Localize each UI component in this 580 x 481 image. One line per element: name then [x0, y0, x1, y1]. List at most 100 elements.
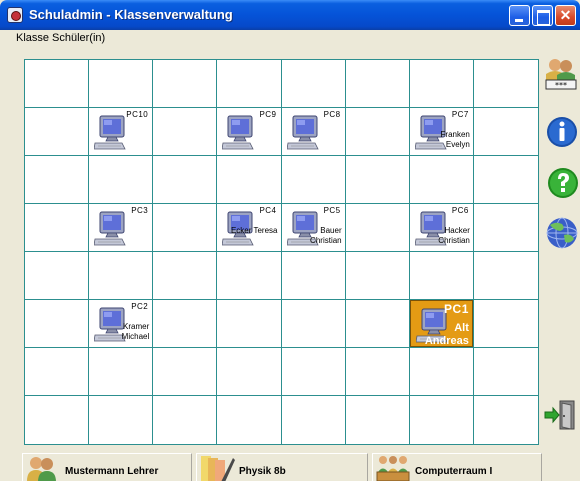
- grid-cell[interactable]: [281, 300, 346, 348]
- grid-cell[interactable]: [345, 252, 410, 300]
- menu-klasse[interactable]: Klasse: [16, 32, 49, 44]
- grid-cell[interactable]: [473, 156, 538, 204]
- pc-user-name: Kramer Michael: [122, 322, 150, 342]
- grid-cell[interactable]: PC1 Alt Andreas: [409, 300, 474, 348]
- grid-cell[interactable]: [409, 156, 474, 204]
- grid-cell[interactable]: [409, 252, 474, 300]
- pc-user-line: Franken: [440, 130, 470, 139]
- grid-cell[interactable]: [345, 204, 410, 252]
- grid-cell[interactable]: [217, 396, 282, 444]
- pc-user-name: Ecker Teresa: [231, 226, 278, 236]
- grid-cell[interactable]: [25, 396, 90, 444]
- grid-cell[interactable]: [25, 108, 90, 156]
- grid-cell[interactable]: [153, 60, 218, 108]
- grid-cell[interactable]: [89, 348, 154, 396]
- grid-cell[interactable]: PC6 Hacker Christian: [409, 204, 474, 252]
- grid-cell[interactable]: [345, 348, 410, 396]
- pc-station-pc3[interactable]: PC3: [89, 204, 152, 251]
- grid-cell[interactable]: [153, 156, 218, 204]
- grid-cell[interactable]: [153, 348, 218, 396]
- grid-cell[interactable]: PC10: [89, 108, 154, 156]
- grid-cell[interactable]: [281, 60, 346, 108]
- grid-cell[interactable]: [473, 60, 538, 108]
- grid-cell[interactable]: [473, 348, 538, 396]
- grid-cell[interactable]: [153, 300, 218, 348]
- users-password-icon[interactable]: ***: [542, 56, 578, 92]
- grid-cell[interactable]: [281, 252, 346, 300]
- teacher-panel[interactable]: Mustermann Lehrer: [22, 453, 192, 481]
- pc-station-pc9[interactable]: PC9: [217, 108, 280, 155]
- pc-station-pc8[interactable]: PC8: [282, 108, 345, 155]
- grid-cell[interactable]: [25, 300, 90, 348]
- close-button[interactable]: ✕: [555, 5, 576, 26]
- help-icon[interactable]: [545, 165, 580, 201]
- grid-cell[interactable]: [473, 108, 538, 156]
- grid-cell[interactable]: [89, 156, 154, 204]
- pc-station-pc10[interactable]: PC10: [89, 108, 152, 155]
- grid-cell[interactable]: [410, 396, 474, 444]
- info-icon[interactable]: [544, 114, 580, 150]
- minimize-button[interactable]: [509, 5, 530, 26]
- pc-station-pc2[interactable]: PC2 Kramer Michael: [89, 300, 152, 347]
- pc-station-pc7[interactable]: PC7 Franken Evelyn: [410, 108, 473, 155]
- room-panel[interactable]: Computerraum I: [372, 453, 542, 481]
- pc-user-line: Andreas: [424, 335, 469, 347]
- grid-cell[interactable]: [89, 60, 154, 108]
- grid-cell[interactable]: [409, 348, 474, 396]
- grid-cell[interactable]: [473, 204, 538, 252]
- grid-cell[interactable]: [25, 60, 90, 108]
- grid-cell[interactable]: [345, 108, 410, 156]
- grid-cell[interactable]: PC7 Franken Evelyn: [409, 108, 474, 156]
- grid-cell[interactable]: [282, 396, 346, 444]
- room-grid: PC10 PC9 PC8 PC7 Franken Evelyn PC3 PC4 Ecker Te…: [24, 59, 539, 445]
- grid-cell[interactable]: [345, 156, 410, 204]
- computer-icon: [286, 115, 319, 150]
- grid-cell[interactable]: [153, 396, 218, 444]
- logout-door-icon[interactable]: [542, 397, 578, 433]
- grid-cell[interactable]: [217, 300, 282, 348]
- app-icon[interactable]: [7, 7, 23, 23]
- grid-cell[interactable]: [346, 396, 410, 444]
- grid-cell[interactable]: [281, 156, 346, 204]
- grid-cell[interactable]: [25, 348, 90, 396]
- pc-station-pc4[interactable]: PC4 Ecker Teresa: [217, 204, 280, 251]
- maximize-button[interactable]: [532, 5, 553, 26]
- pc-station-pc1[interactable]: PC1 Alt Andreas: [409, 300, 473, 347]
- grid-cell[interactable]: [25, 252, 90, 300]
- grid-cell[interactable]: [345, 60, 410, 108]
- grid-cell[interactable]: [217, 60, 282, 108]
- grid-cell[interactable]: [153, 108, 218, 156]
- grid-cell[interactable]: [473, 300, 538, 348]
- grid-cell[interactable]: [25, 204, 90, 252]
- grid-cell[interactable]: PC4 Ecker Teresa: [217, 204, 282, 252]
- grid-cell[interactable]: [217, 156, 282, 204]
- pc-label: PC6: [451, 206, 469, 215]
- pc-label: PC2: [131, 302, 149, 311]
- class-panel[interactable]: Physik 8b: [196, 453, 368, 481]
- grid-cell[interactable]: PC9: [217, 108, 282, 156]
- grid-cell[interactable]: [89, 396, 154, 444]
- grid-cell[interactable]: [153, 252, 218, 300]
- grid-cell[interactable]: [89, 252, 154, 300]
- grid-cell[interactable]: [217, 348, 282, 396]
- grid-cell[interactable]: PC2 Kramer Michael: [89, 300, 154, 348]
- pc-user-line: Ecker Teresa: [230, 226, 278, 235]
- computer-icon: [222, 115, 255, 150]
- grid-cell[interactable]: [345, 300, 410, 348]
- grid-cell[interactable]: [153, 204, 218, 252]
- title-bar[interactable]: Schuladmin - Klassenverwaltung ✕: [0, 0, 580, 30]
- grid-cell[interactable]: [281, 348, 346, 396]
- pc-station-pc6[interactable]: PC6 Hacker Christian: [410, 204, 473, 251]
- globe-icon[interactable]: [544, 215, 580, 251]
- pc-station-pc5[interactable]: PC5 Bauer Christian: [282, 204, 345, 251]
- grid-cell[interactable]: [25, 156, 90, 204]
- grid-cell[interactable]: PC3: [89, 204, 154, 252]
- grid-cell[interactable]: [473, 252, 538, 300]
- menu-schueler[interactable]: Schüler(in): [52, 32, 105, 44]
- grid-cell[interactable]: PC8: [281, 108, 346, 156]
- grid-cell[interactable]: PC5 Bauer Christian: [281, 204, 346, 252]
- grid-cell[interactable]: [217, 252, 282, 300]
- grid-cell[interactable]: [474, 396, 538, 444]
- pc-user-name: Hacker Christian: [438, 226, 470, 246]
- grid-cell[interactable]: [409, 60, 474, 108]
